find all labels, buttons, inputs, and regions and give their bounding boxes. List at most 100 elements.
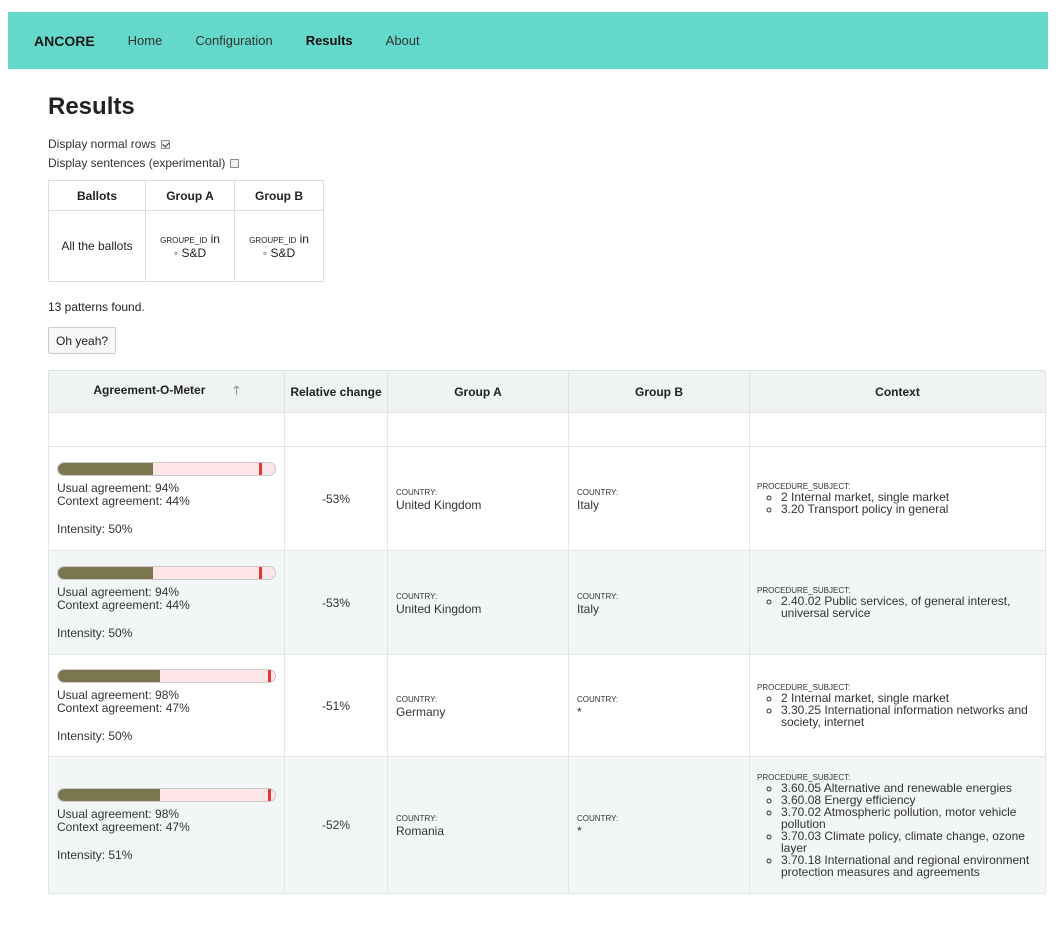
group-a-value: United Kingdom	[396, 601, 482, 616]
usual-agreement-label: Usual agreement: 94%	[57, 480, 180, 495]
result-row: Usual agreement: 94% Context agreement: 4…	[48, 550, 1046, 655]
agreement-text: Usual agreement: 94% Context agreement: 4…	[57, 584, 276, 612]
group-a-cell: COUNTRY: United Kingdom	[387, 446, 569, 551]
page-title: Results	[48, 93, 135, 120]
agreement-meter-bar	[57, 461, 276, 476]
context-cell: PROCEDURE_SUBJECT:2 Internal market, sin…	[749, 654, 1046, 757]
header-agreement-meter[interactable]: Agreement-O-Meter 🡑	[48, 370, 285, 413]
nav-home[interactable]: Home	[128, 33, 163, 48]
summary-group-b: GROUPE_ID in ◦ S&D	[234, 210, 324, 282]
context-cell: PROCEDURE_SUBJECT:2 Internal market, sin…	[749, 446, 1046, 551]
header-group-b[interactable]: Group B	[568, 370, 750, 413]
relative-change-value: -51%	[284, 654, 388, 757]
context-agreement-label: Context agreement: 47%	[57, 820, 190, 834]
group-a-attr-label: COUNTRY:	[396, 694, 438, 704]
usual-agreement-marker	[267, 789, 271, 801]
context-list: 2 Internal market, single market3.30.25 …	[757, 692, 1044, 728]
context-agreement-fill	[58, 566, 154, 579]
group-b-value: *	[577, 824, 582, 838]
summary-ballots: All the ballots	[48, 210, 146, 282]
option-normal-rows-label: Display normal rows	[48, 137, 157, 151]
context-list: 2 Internal market, single market3.20 Tra…	[757, 491, 1044, 515]
context-agreement-fill	[58, 462, 154, 475]
usual-agreement-label: Usual agreement: 98%	[57, 687, 180, 702]
group-b-cell: COUNTRY: Italy	[568, 550, 750, 655]
header-relative-change[interactable]: Relative change	[284, 370, 388, 413]
context-list-item: 3.60.08 Energy efficiency	[781, 794, 1044, 806]
result-row: Usual agreement: 94% Context agreement: 4…	[48, 446, 1046, 551]
context-cell: PROCEDURE_SUBJECT:2.40.02 Public service…	[749, 550, 1046, 655]
group-a-cell: COUNTRY: United Kingdom	[387, 550, 569, 655]
header-agreement-meter-label: Agreement-O-Meter	[93, 383, 206, 397]
filter-cell	[387, 412, 569, 447]
intensity-label: Intensity: 50%	[57, 625, 133, 640]
oh-yeah-button[interactable]: Oh yeah?	[48, 327, 117, 354]
option-sentences: Display sentences (experimental)	[48, 156, 240, 170]
relative-change-value: -53%	[284, 446, 388, 551]
usual-agreement-marker	[267, 669, 271, 682]
filter-cell	[48, 412, 285, 447]
context-list-item: 3.70.03 Climate policy, climate change, …	[781, 830, 1044, 854]
normal-rows-checkbox[interactable]	[161, 139, 171, 149]
nav-about[interactable]: About	[386, 33, 420, 48]
group-b-cell: COUNTRY: *	[568, 756, 750, 894]
header-group-a[interactable]: Group A	[387, 370, 569, 413]
agreement-meter-cell: Usual agreement: 98% Context agreement: 4…	[48, 756, 285, 894]
usual-agreement-label: Usual agreement: 94%	[57, 584, 180, 599]
context-cell: PROCEDURE_SUBJECT:3.60.05 Alternative an…	[749, 756, 1046, 894]
group-a-value: United Kingdom	[396, 497, 482, 512]
usual-agreement-marker	[258, 566, 262, 579]
intensity-label: Intensity: 50%	[57, 521, 133, 536]
group-b-cell: COUNTRY: *	[568, 654, 750, 757]
agreement-meter-cell: Usual agreement: 98% Context agreement: 4…	[48, 654, 285, 757]
agreement-meter-bar	[57, 565, 276, 580]
group-a-attr-label: COUNTRY:	[396, 487, 438, 497]
summary-group-a-value: S&D	[181, 246, 207, 260]
agreement-text: Usual agreement: 94% Context agreement: 4…	[57, 480, 276, 508]
sort-arrow-up-icon[interactable]: 🡑	[233, 383, 239, 397]
filter-row	[48, 412, 1046, 447]
group-b-attr-label: COUNTRY:	[577, 591, 619, 601]
filter-cell	[568, 412, 750, 447]
group-a-value: Germany	[396, 704, 446, 719]
group-b-cell: COUNTRY: Italy	[568, 446, 750, 551]
filter-cell	[284, 412, 388, 447]
brand-logo[interactable]: ANCORE	[34, 33, 95, 49]
sentences-checkbox[interactable]	[230, 158, 240, 168]
agreement-text: Usual agreement: 98% Context agreement: 4…	[57, 687, 276, 715]
agreement-meter-cell: Usual agreement: 94% Context agreement: 4…	[48, 446, 285, 551]
summary-header-group-b: Group B	[234, 180, 324, 211]
context-list-item: 3.20 Transport policy in general	[781, 503, 1044, 515]
agreement-meter-cell: Usual agreement: 94% Context agreement: 4…	[48, 550, 285, 655]
option-sentences-label: Display sentences (experimental)	[48, 156, 226, 170]
group-a-value: Romania	[396, 824, 445, 838]
relative-change-value: -52%	[284, 756, 388, 894]
usual-agreement-marker	[258, 462, 262, 475]
group-a-attr-label: COUNTRY:	[396, 591, 438, 601]
results-table: Agreement-O-Meter 🡑 Relative change Group…	[48, 370, 1046, 894]
summary-group-a: GROUPE_ID in ◦ S&D	[145, 210, 235, 282]
context-list: 3.60.05 Alternative and renewable energi…	[757, 782, 1044, 878]
intensity-label: Intensity: 51%	[57, 848, 133, 862]
group-b-value: *	[577, 704, 582, 719]
context-list-item: 3.70.02 Atmospheric pollution, motor veh…	[781, 806, 1044, 830]
group-b-attr-label: COUNTRY:	[577, 694, 619, 704]
context-list-item: 3.30.25 International information networ…	[781, 704, 1044, 728]
patterns-count: 13 patterns found.	[48, 300, 145, 314]
summary-group-b-value: S&D	[270, 246, 296, 260]
relative-change-value: -53%	[284, 550, 388, 655]
nav-configuration[interactable]: Configuration	[195, 33, 272, 48]
nav-results[interactable]: Results	[306, 33, 353, 48]
option-normal-rows: Display normal rows	[48, 137, 171, 151]
agreement-text: Usual agreement: 98% Context agreement: 4…	[57, 808, 276, 834]
agreement-meter-bar	[57, 668, 276, 683]
agreement-meter-bar	[57, 788, 276, 802]
summary-header-ballots: Ballots	[48, 180, 146, 211]
context-list-item: 3.60.05 Alternative and renewable energi…	[781, 782, 1044, 794]
group-b-attr-label: COUNTRY:	[577, 487, 619, 497]
group-b-value: Italy	[577, 601, 600, 616]
context-agreement-fill	[58, 669, 160, 682]
ballot-summary-table: Ballots Group A Group B All the ballots …	[48, 180, 324, 282]
header-context[interactable]: Context	[749, 370, 1046, 413]
summary-header-group-a: Group A	[145, 180, 235, 211]
